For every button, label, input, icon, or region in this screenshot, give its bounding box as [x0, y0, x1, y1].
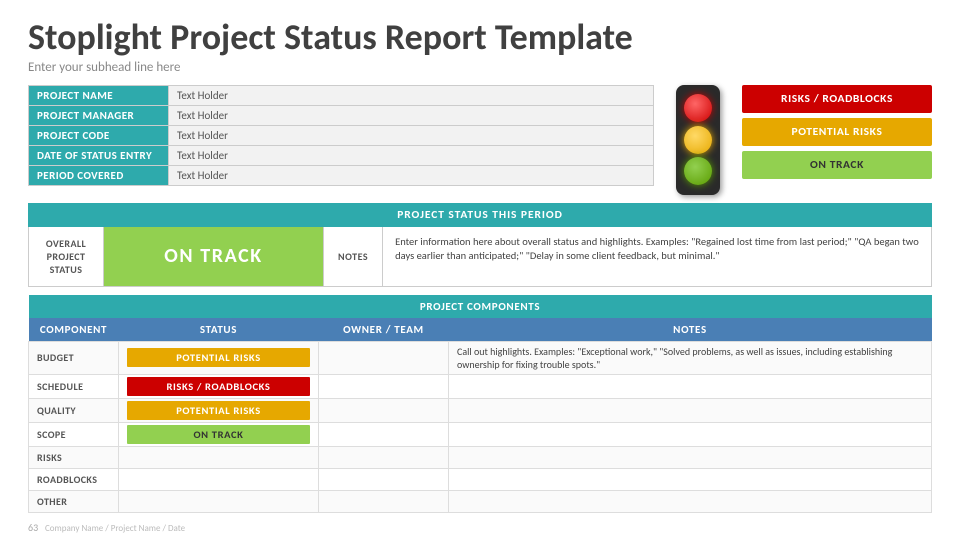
status-row: OVERALLPROJECTSTATUS ON TRACK NOTES Ente…	[28, 227, 932, 287]
component-name: QUALITY	[29, 398, 119, 422]
components-section-header: PROJECT COMPONENTS	[29, 295, 932, 318]
stoplight-yellow	[684, 126, 712, 154]
component-status: POTENTIAL RISKS	[119, 341, 319, 374]
component-name: RISKS	[29, 446, 119, 468]
info-value: Text Holder	[169, 165, 654, 185]
status-badge-yellow: POTENTIAL RISKS	[127, 401, 310, 420]
info-row: PERIOD COVEREDText Holder	[29, 165, 654, 185]
component-row: SCOPE ON TRACK	[29, 422, 932, 446]
component-notes	[449, 398, 932, 422]
info-row: DATE OF STATUS ENTRYText Holder	[29, 145, 654, 165]
stoplight-red	[684, 94, 712, 122]
status-section-header: PROJECT STATUS THIS PERIOD	[28, 203, 932, 227]
component-owner	[319, 490, 449, 512]
subtitle: Enter your subhead line here	[28, 60, 932, 75]
company-label: Company Name / Project Name / Date	[45, 523, 185, 534]
col-header-owner---team: OWNER / TEAM	[319, 318, 449, 342]
component-notes	[449, 468, 932, 490]
overall-status-value: ON TRACK	[104, 227, 324, 286]
components-table: PROJECT COMPONENTSCOMPONENTSTATUSOWNER /…	[28, 295, 932, 513]
page: Stoplight Project Status Report Template…	[0, 0, 960, 540]
stoplight-green	[684, 157, 712, 185]
info-row: PROJECT MANAGERText Holder	[29, 105, 654, 125]
main-title: Stoplight Project Status Report Template	[28, 18, 932, 58]
overall-status-label: OVERALLPROJECTSTATUS	[29, 227, 104, 286]
component-name: ROADBLOCKS	[29, 468, 119, 490]
status-badge-red: RISKS / ROADBLOCKS	[127, 377, 310, 396]
col-header-component: COMPONENT	[29, 318, 119, 342]
info-row: PROJECT NAMEText Holder	[29, 85, 654, 105]
component-row: BUDGET POTENTIAL RISKS Call out highlights…	[29, 341, 932, 374]
legend-wrap: RISKS / ROADBLOCKS POTENTIAL RISKS ON TRAC…	[742, 85, 932, 179]
stoplight-wrap	[676, 85, 720, 195]
component-name: OTHER	[29, 490, 119, 512]
status-badge-green: ON TRACK	[127, 425, 310, 444]
component-status	[119, 468, 319, 490]
info-label: PERIOD COVERED	[29, 165, 169, 185]
component-status: ON TRACK	[119, 422, 319, 446]
info-value: Text Holder	[169, 85, 654, 105]
info-label: PROJECT NAME	[29, 85, 169, 105]
components-section: PROJECT COMPONENTSCOMPONENTSTATUSOWNER /…	[28, 295, 932, 513]
page-number: 63	[28, 521, 38, 534]
component-status	[119, 490, 319, 512]
component-owner	[319, 374, 449, 398]
info-row: PROJECT CODEText Holder	[29, 125, 654, 145]
info-label: PROJECT MANAGER	[29, 105, 169, 125]
component-status	[119, 446, 319, 468]
component-owner	[319, 422, 449, 446]
component-notes	[449, 422, 932, 446]
component-status: POTENTIAL RISKS	[119, 398, 319, 422]
component-row: SCHEDULE RISKS / ROADBLOCKS	[29, 374, 932, 398]
col-header-notes: NOTES	[449, 318, 932, 342]
component-name: SCHEDULE	[29, 374, 119, 398]
info-value: Text Holder	[169, 105, 654, 125]
component-row: ROADBLOCKS	[29, 468, 932, 490]
component-row: QUALITY POTENTIAL RISKS	[29, 398, 932, 422]
component-notes	[449, 374, 932, 398]
component-name: SCOPE	[29, 422, 119, 446]
component-notes	[449, 446, 932, 468]
info-value: Text Holder	[169, 125, 654, 145]
component-row: RISKS	[29, 446, 932, 468]
top-section: PROJECT NAMEText HolderPROJECT MANAGERTe…	[28, 85, 932, 195]
info-label: DATE OF STATUS ENTRY	[29, 145, 169, 165]
col-header-status: STATUS	[119, 318, 319, 342]
component-owner	[319, 341, 449, 374]
component-row: OTHER	[29, 490, 932, 512]
stoplight	[676, 85, 720, 195]
legend-btn-green[interactable]: ON TRACK	[742, 151, 932, 179]
notes-text: Enter information here about overall sta…	[383, 227, 931, 286]
component-owner	[319, 398, 449, 422]
info-table: PROJECT NAMEText HolderPROJECT MANAGERTe…	[28, 85, 654, 186]
info-value: Text Holder	[169, 145, 654, 165]
component-owner	[319, 446, 449, 468]
legend-btn-yellow[interactable]: POTENTIAL RISKS	[742, 118, 932, 146]
component-notes	[449, 490, 932, 512]
notes-label: NOTES	[324, 227, 383, 286]
component-status: RISKS / ROADBLOCKS	[119, 374, 319, 398]
component-notes: Call out highlights. Examples: "Exceptio…	[449, 341, 932, 374]
project-status-section: PROJECT STATUS THIS PERIOD OVERALLPROJEC…	[28, 203, 932, 287]
legend-btn-red[interactable]: RISKS / ROADBLOCKS	[742, 85, 932, 113]
component-owner	[319, 468, 449, 490]
info-label: PROJECT CODE	[29, 125, 169, 145]
status-badge-yellow: POTENTIAL RISKS	[127, 348, 310, 367]
component-name: BUDGET	[29, 341, 119, 374]
